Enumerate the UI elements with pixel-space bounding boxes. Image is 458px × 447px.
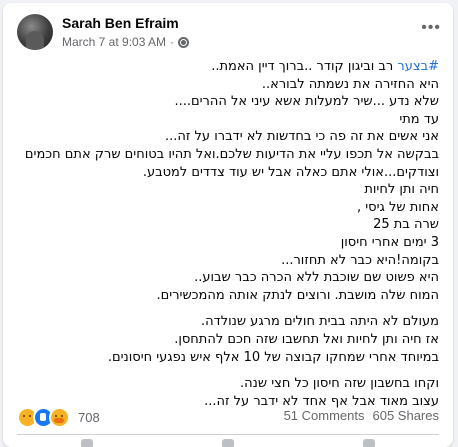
like-action-icon[interactable] bbox=[81, 439, 94, 447]
post-text-segment: רב וביגון קודר ..ברוך דיין האמת.. bbox=[211, 59, 398, 74]
comment-action-icon[interactable] bbox=[221, 439, 234, 447]
hashtag-link[interactable]: #בצער bbox=[397, 59, 439, 74]
post-text-line: #בצער רב וביגון קודר ..ברוך דיין האמת.. bbox=[17, 58, 439, 76]
post-text-line: חיה ותן לחיות bbox=[364, 182, 439, 198]
post-text-line: בבקשה אל תכפו עליי את הדיעות שלכם.ואל תה… bbox=[24, 146, 439, 162]
post-text-line: עד מתי bbox=[399, 111, 439, 127]
post-card: Sarah Ben Efraim March 7 at 9:03 AM · ••… bbox=[3, 3, 453, 447]
post-text-line: היא פשוט שם שוכבת ללא הכרה כבר שבוע.. bbox=[194, 270, 439, 286]
post-text-line: שלא נדע ...שיר למעלות אשא עיני אל ההרים.… bbox=[174, 94, 439, 110]
comments-count[interactable]: 51 Comments bbox=[284, 408, 365, 423]
avatar[interactable] bbox=[17, 14, 53, 50]
post-text-line: המוח שלה מושבת. ורוצים לנתק אותה מהמכשיר… bbox=[156, 287, 439, 303]
post-text-line: אז חיה ותן לחיות ואל תחשבו שזה חכם להתחס… bbox=[174, 331, 439, 347]
action-divider bbox=[17, 434, 439, 435]
more-horizontal-icon[interactable]: ••• bbox=[421, 19, 441, 37]
post-text-line: וקחו בחשבון שזה חיסון כל חצי שנה. bbox=[240, 376, 439, 392]
paragraph-break bbox=[17, 366, 439, 375]
engagement-counts: 51 Comments 605 Shares bbox=[284, 408, 439, 423]
paragraph-break bbox=[17, 304, 439, 313]
care-reaction-icon bbox=[49, 407, 70, 428]
post-text-line: מעולם לא היתה בבית חולים מרגע שנולדה. bbox=[200, 314, 439, 330]
author-name[interactable]: Sarah Ben Efraim bbox=[62, 15, 179, 31]
globe-icon[interactable] bbox=[178, 36, 190, 48]
post-timestamp[interactable]: March 7 at 9:03 AM bbox=[62, 35, 166, 49]
action-bar bbox=[17, 439, 439, 447]
meta-separator: · bbox=[170, 35, 175, 49]
post-text-line: בקומה!היא כבר לא תחזור... bbox=[281, 252, 439, 268]
post-text-line: במיוחד אחרי שמחקו קבוצה של 10 אלף איש נפ… bbox=[107, 349, 439, 365]
post-text-line: וצודקים...אולי אתם כאלה אבל יש עוד צדדים… bbox=[142, 164, 439, 180]
reaction-count[interactable]: 708 bbox=[78, 410, 100, 425]
reactions-summary[interactable]: 708 bbox=[17, 407, 100, 428]
post-header: Sarah Ben Efraim March 7 at 9:03 AM · ••… bbox=[3, 3, 453, 55]
post-meta: March 7 at 9:03 AM · bbox=[62, 35, 190, 49]
post-body: #בצער רב וביגון קודר ..ברוך דיין האמת.. ה… bbox=[17, 58, 439, 410]
post-text-line: אחות של גיסי , bbox=[356, 199, 439, 215]
post-text-line: שרה בת 25 bbox=[373, 217, 439, 233]
post-text-line: אני אשים את זה פה כי בחדשות לא ידברו על … bbox=[165, 129, 439, 145]
post-text-line: היא החזירה את נשמתה לבורא.. bbox=[261, 76, 439, 92]
post-text-line: 3 ימים אחרי חיסון bbox=[340, 234, 439, 250]
shares-count[interactable]: 605 Shares bbox=[373, 408, 440, 423]
share-action-icon[interactable] bbox=[362, 439, 375, 447]
